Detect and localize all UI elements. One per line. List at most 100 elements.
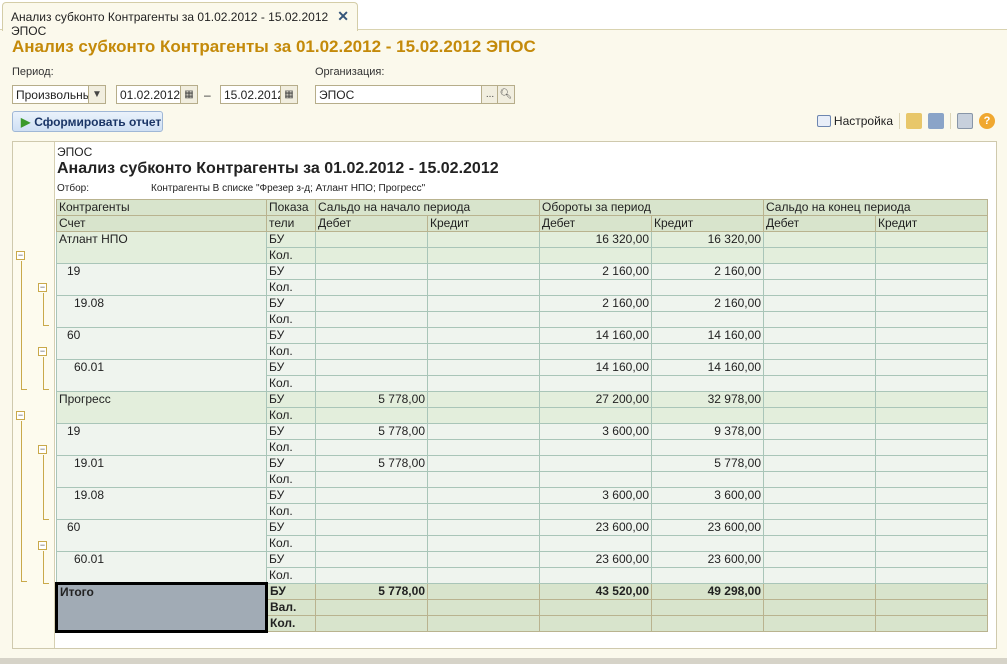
date-from-value: 01.02.2012 [120,88,181,102]
row-name[interactable]: Атлант НПО [56,231,267,264]
table-row: 19.08 БУ 3 600,00 3 600,00 [56,487,988,520]
header-turnover: Обороты за период [539,199,764,216]
value-cell [427,567,540,584]
row-name[interactable]: 60.01 [56,359,267,392]
header-indicators-2: тели [266,215,316,232]
row-name[interactable]: 60 [56,519,267,552]
period-type-select[interactable]: Произвольный ▼ [12,85,106,104]
value-cell [539,535,652,552]
total-value [651,615,764,632]
value-cell [651,535,764,552]
value-cell [875,487,988,504]
indicator-bu: БУ [266,519,316,536]
total-indicator: БУ [266,583,316,600]
header-credit: Кредит [427,215,540,232]
value-cell [651,247,764,264]
indicator-kol: Кол. [266,439,316,456]
value-cell: 5 778,00 [651,455,764,472]
value-cell [427,503,540,520]
report-area[interactable]: − − − − − − ЭПОС Анализ субконто Контрагенты … [12,141,997,649]
table-row: 19 БУ 5 778,00 3 600,00 9 378,00 [56,423,988,456]
value-cell [427,423,540,440]
total-value [427,583,540,600]
value-cell [875,327,988,344]
table-row: Прогресс БУ 5 778,00 27 200,00 32 978,00 [56,391,988,424]
value-cell [427,263,540,280]
date-to-field[interactable]: 15.02.2012 ▦ [220,85,298,104]
total-value [763,583,876,600]
help-icon[interactable]: ? [979,113,995,129]
report-org: ЭПОС [57,145,93,159]
calendar-icon[interactable]: ▦ [280,86,297,103]
report-filter: Отбор: Контрагенты В списке "Фрезер з-д; … [57,183,499,194]
tree-guide-line [43,325,49,326]
value-cell [763,567,876,584]
header-debit: Дебет [763,215,876,232]
value-cell [427,231,540,248]
row-name[interactable]: 19 [56,423,267,456]
row-name[interactable]: 19.08 [56,295,267,328]
value-cell: 16 320,00 [651,231,764,248]
calendar-icon[interactable]: ▦ [180,86,197,103]
generate-label: Сформировать отчет [34,115,162,129]
total-name[interactable]: Итого [55,582,268,633]
indicator-kol: Кол. [266,375,316,392]
value-cell [315,263,428,280]
collapse-minus-icon[interactable]: − [16,411,25,420]
value-cell [875,247,988,264]
value-cell [875,503,988,520]
value-cell: 27 200,00 [539,391,652,408]
value-cell [763,423,876,440]
open-settings-icon[interactable] [906,113,922,129]
table-row: 60 БУ 14 160,00 14 160,00 [56,327,988,360]
generate-report-button[interactable]: ▶ Сформировать отчет [12,111,163,132]
collapse-minus-icon[interactable]: − [38,347,47,356]
value-cell: 14 160,00 [539,327,652,344]
value-cell: 3 600,00 [651,487,764,504]
value-cell [539,455,652,472]
total-value [875,583,988,600]
indicator-bu: БУ [266,327,316,344]
org-field[interactable]: ЭПОС... 🔍︎ [315,85,515,104]
indicator-bu: БУ [266,359,316,376]
value-cell [539,343,652,360]
row-name[interactable]: Прогресс [56,391,267,424]
row-name[interactable]: 19 [56,263,267,296]
value-cell [763,391,876,408]
value-cell [875,455,988,472]
save-settings-icon[interactable] [928,113,944,129]
value-cell [875,519,988,536]
row-name[interactable]: 60 [56,327,267,360]
collapse-minus-icon[interactable]: − [38,283,47,292]
tree-guide-line [21,581,27,582]
settings-button[interactable]: Настройка [816,114,893,128]
value-cell: 5 778,00 [315,423,428,440]
options-gear-icon[interactable] [957,113,973,129]
row-name[interactable]: 19.08 [56,487,267,520]
value-cell: 23 600,00 [539,519,652,536]
value-cell [427,359,540,376]
indicator-bu: БУ [266,231,316,248]
date-from-field[interactable]: 01.02.2012 ▦ [116,85,198,104]
value-cell [875,295,988,312]
value-cell [875,375,988,392]
value-cell [427,327,540,344]
tree-guide-line [21,389,27,390]
value-cell [875,471,988,488]
select-button[interactable]: ... [481,86,498,103]
close-icon[interactable]: ✕ [337,8,349,25]
search-icon[interactable]: 🔍︎ [497,86,514,103]
tab-report[interactable]: Анализ субконто Контрагенты за 01.02.201… [2,2,358,38]
row-name[interactable]: 60.01 [56,551,267,584]
total-value [315,599,428,616]
table-row: 60.01 БУ 23 600,00 23 600,00 [56,551,988,584]
collapse-minus-icon[interactable]: − [38,445,47,454]
collapse-minus-icon[interactable]: − [38,541,47,550]
indicator-kol: Кол. [266,567,316,584]
row-name[interactable]: 19.01 [56,455,267,488]
collapse-minus-icon[interactable]: − [16,251,25,260]
value-cell [427,519,540,536]
value-cell [763,551,876,568]
tree-guide-line [43,583,49,584]
chevron-down-icon[interactable]: ▼ [88,86,105,103]
